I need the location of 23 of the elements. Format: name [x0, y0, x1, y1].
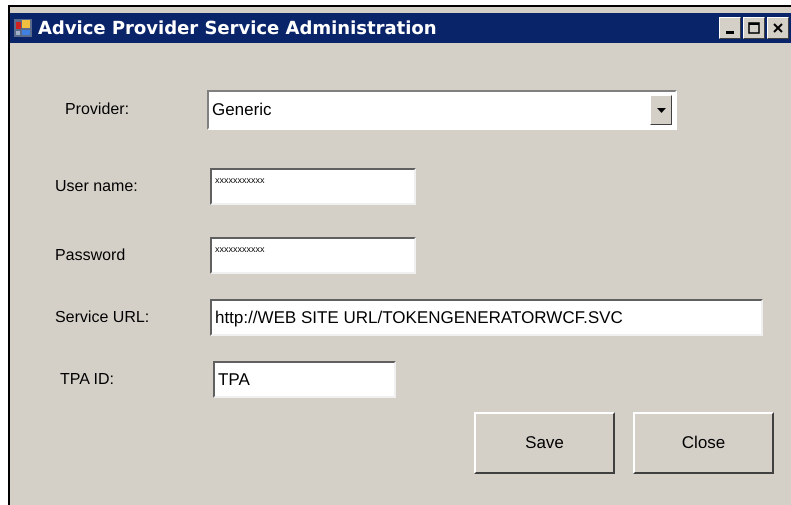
input-field[interactable]: TPA	[213, 361, 396, 398]
field-label: User name:	[55, 178, 139, 196]
dropdown-button[interactable]	[650, 95, 672, 125]
app-icon	[14, 19, 32, 37]
maximize-icon	[748, 22, 760, 34]
maximize-button[interactable]	[743, 17, 765, 39]
close-icon	[772, 22, 784, 34]
input-field[interactable]: http://WEB SITE URL/TOKENGENERATORWCF.SVC	[210, 299, 763, 336]
input-field[interactable]: xxxxxxxxxxx	[210, 237, 416, 274]
provider-dropdown[interactable]: Generic	[207, 90, 677, 130]
input-field[interactable]: xxxxxxxxxxx	[210, 168, 416, 205]
caret-icon	[656, 108, 666, 112]
field-label: TPA ID:	[60, 370, 115, 388]
minimize-button[interactable]	[719, 17, 741, 39]
field-label: Service URL:	[55, 308, 150, 326]
dialog-button[interactable]: Close	[633, 412, 774, 474]
close-button[interactable]	[767, 17, 789, 39]
minimize-icon	[726, 31, 734, 34]
dropdown-value: Generic	[211, 100, 272, 120]
field-label: Provider:	[65, 101, 130, 119]
field-label: Password	[55, 246, 126, 264]
window-title: Advice Provider Service Administration	[38, 18, 438, 38]
dialog-button[interactable]: Save	[474, 412, 615, 474]
